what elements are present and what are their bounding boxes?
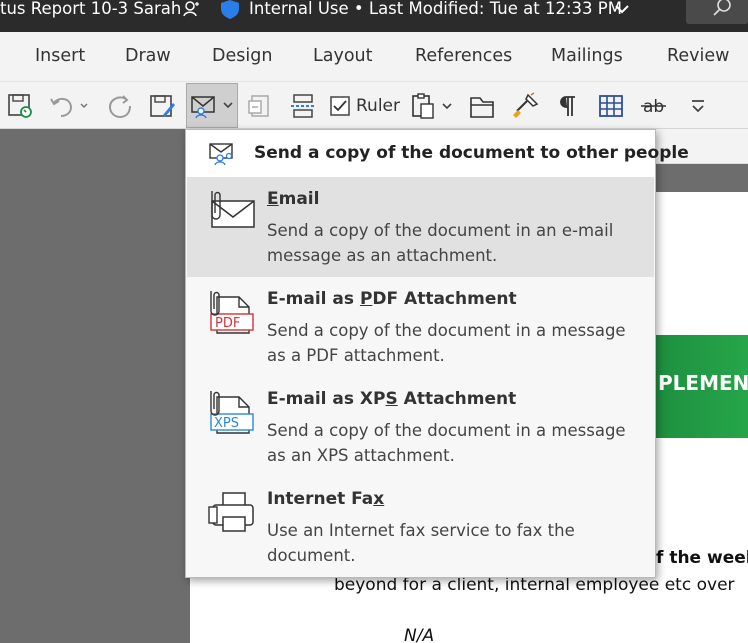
menu-item-internet-fax[interactable]: Internet Fax Use an Internet fax service… xyxy=(187,477,654,577)
access-key: E xyxy=(267,189,279,209)
title-text: Attachment xyxy=(397,389,517,409)
document-title: tus Report 10-3 Sarah xyxy=(0,0,182,18)
title-bar: tus Report 10-3 Sarah Internal Use • Las… xyxy=(0,0,748,32)
tab-review[interactable]: Review xyxy=(667,46,729,66)
table-icon[interactable] xyxy=(598,92,624,120)
menu-header: Send a copy of the document to other peo… xyxy=(186,130,689,177)
menu-item-description: Send a copy of the document in a message… xyxy=(267,321,626,365)
pilcrow-icon[interactable] xyxy=(557,92,579,120)
shield-icon[interactable] xyxy=(220,0,240,20)
tab-mailings[interactable]: Mailings xyxy=(551,46,623,66)
menu-item-title: Email xyxy=(267,189,319,209)
access-key: P xyxy=(359,289,373,309)
document-banner: PLEMEN xyxy=(656,335,748,438)
customize-toolbar-icon[interactable] xyxy=(688,92,708,120)
menu-item-description: Send a copy of the document in an e-mail… xyxy=(267,221,614,265)
email-attachment-icon xyxy=(207,189,257,237)
title-text: E-mail as XP xyxy=(267,389,386,409)
menu-item-email[interactable]: Email Send a copy of the document in an … xyxy=(187,177,654,277)
redo-icon[interactable] xyxy=(106,92,134,120)
search-box[interactable] xyxy=(686,0,748,24)
title-text: DF Attachment xyxy=(372,289,517,309)
ribbon-tabs: Insert Draw Design Layout References Mai… xyxy=(0,32,748,81)
sensitivity-label[interactable]: Internal Use • Last Modified: Tue at 12:… xyxy=(249,0,622,18)
menu-item-email-xps[interactable]: XPS E-mail as XPS Attachment Send a copy… xyxy=(187,377,654,477)
tab-draw[interactable]: Draw xyxy=(125,46,171,66)
page-break-icon[interactable] xyxy=(290,92,316,120)
open-icon[interactable] xyxy=(468,92,496,120)
ruler-label[interactable]: Ruler xyxy=(356,96,400,116)
quick-access-toolbar: Ruler ab xyxy=(0,81,748,129)
document-text-line: beyond for a client, internal employee e… xyxy=(334,575,735,595)
menu-item-title: E-mail as PDF Attachment xyxy=(267,289,517,309)
tab-references[interactable]: References xyxy=(415,46,512,66)
tab-design[interactable]: Design xyxy=(212,46,272,66)
pdf-badge: PDF xyxy=(215,316,240,331)
document-text-line: N/A xyxy=(404,626,435,643)
title-text: Internet Fa xyxy=(267,489,374,509)
format-painter-icon[interactable] xyxy=(512,92,540,120)
menu-item-email-pdf[interactable]: PDF E-mail as PDF Attachment Send a copy… xyxy=(187,277,654,377)
menu-item-title: Internet Fax xyxy=(267,489,384,509)
banner-text: PLEMEN xyxy=(658,371,748,395)
spelling-icon[interactable] xyxy=(246,92,272,120)
undo-icon[interactable] xyxy=(48,92,88,120)
title-text: mail xyxy=(278,189,320,209)
tab-insert[interactable]: Insert xyxy=(35,46,85,66)
access-key: x xyxy=(373,489,385,509)
email-dropdown-menu: Send a copy of the document to other peo… xyxy=(185,129,689,578)
strikethrough-icon[interactable]: ab xyxy=(640,92,668,120)
menu-header-text: Send a copy of the document to other peo… xyxy=(254,143,689,163)
svg-text:ab: ab xyxy=(643,97,664,117)
xps-attachment-icon: XPS xyxy=(207,389,257,441)
save-as-icon[interactable] xyxy=(148,92,176,120)
search-icon xyxy=(713,0,731,16)
title-text: E-mail as xyxy=(267,289,360,309)
access-key: S xyxy=(385,389,398,409)
email-send-icon[interactable] xyxy=(190,92,236,120)
paste-icon[interactable] xyxy=(410,92,456,120)
send-copy-icon xyxy=(208,141,236,169)
checkbox-icon[interactable] xyxy=(330,96,350,116)
tab-layout[interactable]: Layout xyxy=(313,46,373,66)
xps-badge: XPS xyxy=(214,416,239,431)
fax-icon xyxy=(207,489,257,541)
document-text-line: f the week: xyxy=(656,548,748,568)
menu-item-description: Send a copy of the document in a message… xyxy=(267,421,626,465)
chevron-down-icon[interactable] xyxy=(614,1,630,15)
save-sync-icon[interactable] xyxy=(7,92,33,120)
ruler-toggle[interactable]: Ruler xyxy=(330,92,400,120)
menu-item-description: Use an Internet fax service to fax the d… xyxy=(267,521,575,565)
menu-item-title: E-mail as XPS Attachment xyxy=(267,389,516,409)
pdf-attachment-icon: PDF xyxy=(207,289,257,341)
person-icon[interactable] xyxy=(183,1,201,17)
